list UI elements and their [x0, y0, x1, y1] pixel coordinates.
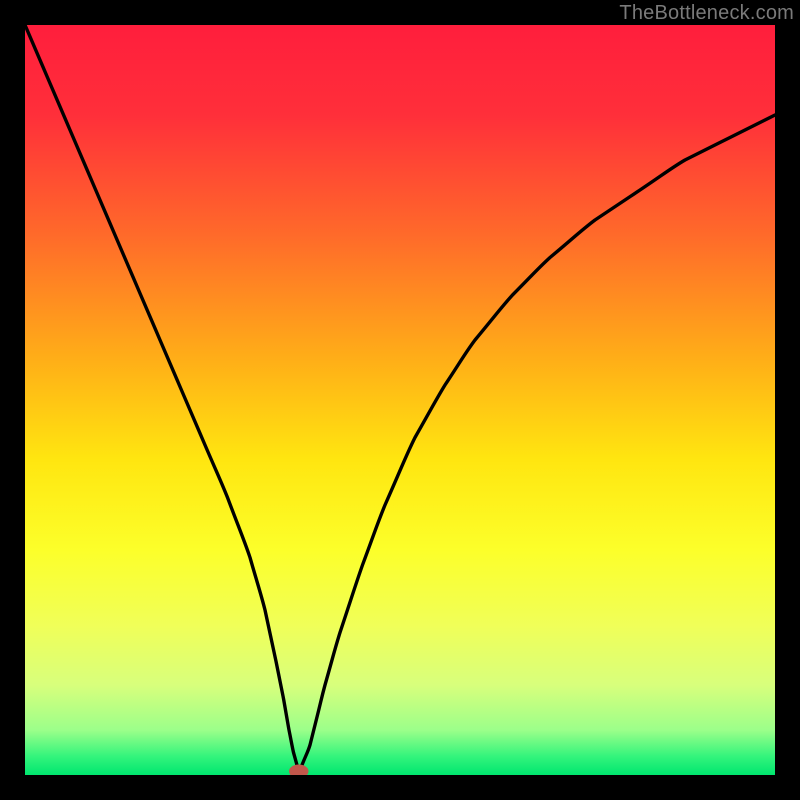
- chart-svg: [25, 25, 775, 775]
- gradient-background: [25, 25, 775, 775]
- chart-frame: TheBottleneck.com: [0, 0, 800, 800]
- chart-plot-area: [25, 25, 775, 775]
- attribution-label: TheBottleneck.com: [619, 2, 794, 25]
